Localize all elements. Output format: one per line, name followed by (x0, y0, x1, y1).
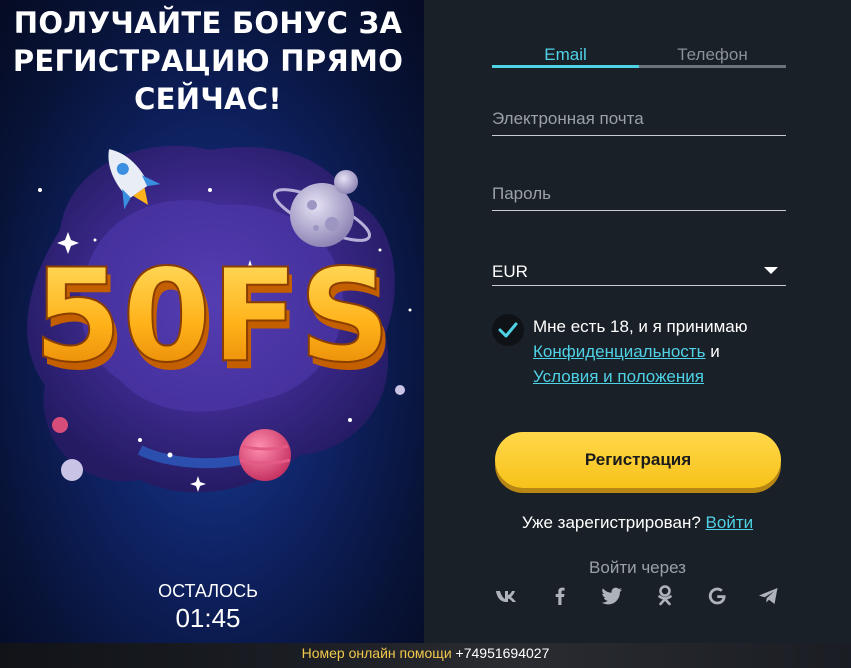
vk-icon[interactable] (494, 583, 520, 609)
age-terms-checkbox[interactable] (492, 314, 524, 346)
registration-form: Email Телефон EUR Мне есть 18, и я прини… (424, 0, 851, 643)
timer-value: 01:45 (175, 603, 241, 633)
telegram-icon[interactable] (756, 583, 782, 609)
terms-label: Мне есть 18, и я принимаю (533, 317, 748, 336)
twitter-icon[interactable] (599, 583, 625, 609)
odnoklassniki-icon[interactable] (652, 583, 678, 609)
auth-tabs: Email Телефон (492, 44, 786, 68)
already-registered-label: Уже зарегистрирован? (521, 513, 701, 532)
email-field[interactable] (492, 102, 786, 136)
checkmark-icon (498, 322, 518, 338)
timer-label: ОСТАЛОСЬ (158, 581, 258, 601)
help-label: Номер онлайн помощи (301, 645, 452, 661)
facebook-icon[interactable] (547, 583, 573, 609)
promo-title: ПОЛУЧАЙТЕ БОНУС ЗА РЕГИСТРАЦИЮ ПРЯМО СЕЙ… (12, 6, 404, 116)
login-link[interactable]: Войти (706, 513, 754, 532)
chevron-down-icon (764, 267, 778, 274)
terms-link[interactable]: Условия и положения (533, 367, 704, 386)
help-phone[interactable]: +74951694027 (456, 645, 550, 661)
register-button[interactable]: Регистрация (495, 432, 781, 488)
tab-phone[interactable]: Телефон (639, 44, 786, 68)
pink-planet-icon (239, 429, 291, 481)
social-login-title: Войти через (589, 558, 686, 577)
privacy-link[interactable]: Конфиденциальность (533, 342, 705, 361)
terms-text: Мне есть 18, и я принимаю Конфиденциальн… (533, 314, 793, 389)
currency-value: EUR (492, 262, 528, 281)
help-footer: Номер онлайн помощи +74951694027 (0, 643, 851, 668)
promo-illustration: 50FS 50FS (27, 145, 412, 493)
already-registered: Уже зарегистрирован? Войти (424, 513, 851, 533)
social-login-buttons (494, 583, 784, 609)
password-field[interactable] (492, 177, 786, 211)
bonus-badge-front: 50FS (33, 242, 391, 391)
tab-email[interactable]: Email (492, 44, 639, 68)
terms-conjunction: и (710, 342, 720, 361)
promo-banner: ПОЛУЧАЙТЕ БОНУС ЗА РЕГИСТРАЦИЮ ПРЯМО СЕЙ… (0, 0, 424, 643)
google-icon[interactable] (704, 583, 730, 609)
currency-select[interactable]: EUR (492, 256, 786, 286)
